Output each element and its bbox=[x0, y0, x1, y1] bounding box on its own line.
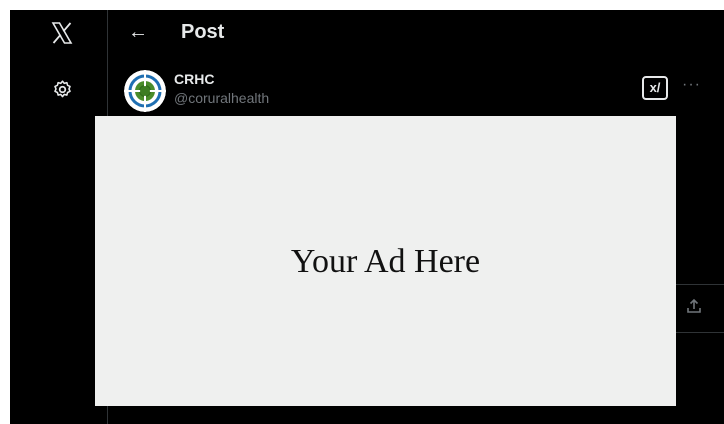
crhc-logo-icon bbox=[124, 70, 166, 112]
author-handle[interactable]: @coruralhealth bbox=[174, 90, 269, 106]
divider bbox=[670, 284, 724, 285]
sidebar bbox=[10, 10, 108, 424]
page-title: Post bbox=[181, 21, 225, 43]
grok-icon[interactable]: x/ bbox=[642, 76, 668, 100]
gear-icon[interactable] bbox=[52, 79, 73, 100]
ad-overlay[interactable]: Your Ad Here bbox=[95, 116, 676, 406]
ad-text: Your Ad Here bbox=[290, 243, 481, 280]
author-name[interactable]: CRHC bbox=[174, 71, 214, 87]
x-logo-icon[interactable] bbox=[50, 21, 74, 45]
back-arrow-icon[interactable]: ← bbox=[128, 20, 148, 44]
divider bbox=[670, 332, 724, 333]
more-options-icon[interactable]: ··· bbox=[682, 76, 701, 94]
share-icon[interactable] bbox=[686, 298, 702, 314]
avatar[interactable] bbox=[124, 70, 166, 112]
